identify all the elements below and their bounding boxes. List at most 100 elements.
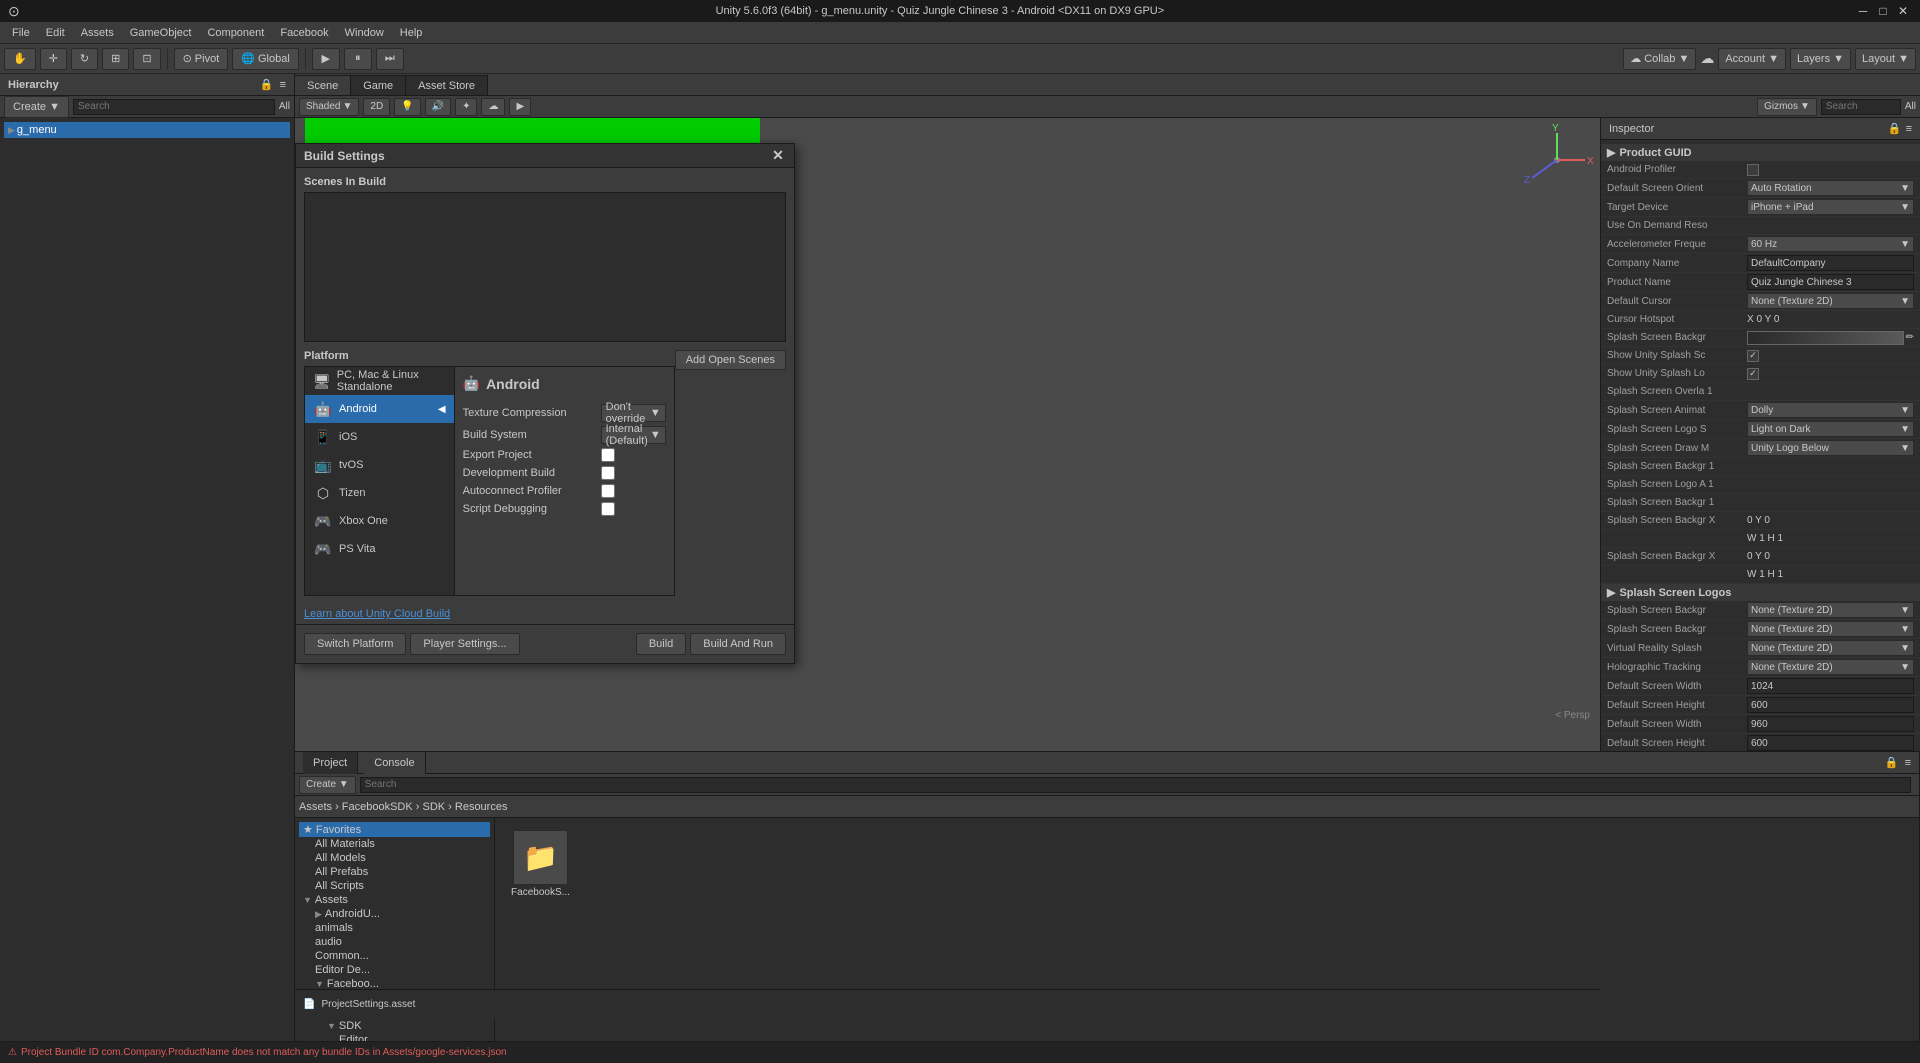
play-button[interactable]: ▶	[312, 48, 340, 70]
texture-compression-dropdown[interactable]: Don't override ▼	[601, 404, 666, 422]
move-tool[interactable]: ✛	[40, 48, 67, 70]
account-button[interactable]: Account ▼	[1718, 48, 1786, 70]
inspector-lock-icon[interactable]: 🔒	[1888, 122, 1902, 135]
pause-button[interactable]: ⏸	[344, 48, 372, 70]
platform-tizen[interactable]: ⬡ Tizen	[305, 479, 454, 507]
minimize-button[interactable]: ─	[1854, 2, 1872, 20]
menu-edit[interactable]: Edit	[38, 25, 73, 41]
close-button[interactable]: ✕	[1894, 2, 1912, 20]
menu-help[interactable]: Help	[392, 25, 431, 41]
shaded-dropdown[interactable]: Shaded ▼	[299, 98, 359, 116]
global-button[interactable]: 🌐 Global	[232, 48, 299, 70]
splash-bg-colorpicker[interactable]	[1747, 331, 1904, 345]
build-button[interactable]: Build	[636, 633, 686, 655]
vr-splash-dropdown[interactable]: None (Texture 2D) ▼	[1747, 640, 1914, 656]
default-screen-w2-input[interactable]	[1747, 716, 1914, 732]
menu-component[interactable]: Component	[199, 25, 272, 41]
hierarchy-item-gmenu[interactable]: ▶ g_menu	[4, 122, 290, 138]
tree-item-sdk[interactable]: ▼ SDK	[299, 1019, 490, 1033]
splash-logos-section[interactable]: ▶ Splash Screen Logos	[1601, 584, 1920, 601]
default-screen-orient-dropdown[interactable]: Auto Rotation ▼	[1747, 180, 1914, 196]
build-system-dropdown[interactable]: Internal (Default) ▼	[601, 426, 666, 444]
tree-item-all-models[interactable]: All Models	[299, 851, 490, 865]
company-name-input[interactable]	[1747, 255, 1914, 271]
platform-tvos[interactable]: 📺 tvOS	[305, 451, 454, 479]
tree-item-audio[interactable]: audio	[299, 935, 490, 949]
tree-item-all-prefabs[interactable]: All Prefabs	[299, 865, 490, 879]
tab-game[interactable]: Game	[351, 75, 406, 95]
splash-bg-none2-dropdown[interactable]: None (Texture 2D) ▼	[1747, 621, 1914, 637]
layers-button[interactable]: Layers ▼	[1790, 48, 1851, 70]
step-button[interactable]: ⏭	[376, 48, 404, 70]
rect-tool[interactable]: ⊡	[133, 48, 160, 70]
menu-file[interactable]: File	[4, 25, 38, 41]
target-device-dropdown[interactable]: iPhone + iPad ▼	[1747, 199, 1914, 215]
asset-facebooksdk[interactable]: 📁 FacebookS...	[503, 826, 578, 902]
show-unity-splash-checkbox[interactable]	[1747, 350, 1759, 362]
tab-asset-store[interactable]: Asset Store	[406, 75, 488, 95]
hierarchy-search-input[interactable]	[73, 99, 275, 115]
hierarchy-create-button[interactable]: Create ▼	[4, 96, 69, 118]
platform-xboxone[interactable]: 🎮 Xbox One	[305, 507, 454, 535]
export-project-checkbox[interactable]	[601, 448, 615, 462]
sound-icon[interactable]: 🔊	[425, 98, 451, 116]
script-debugging-checkbox[interactable]	[601, 502, 615, 516]
project-create-button[interactable]: Create ▼	[299, 776, 356, 794]
menu-facebook[interactable]: Facebook	[272, 25, 336, 41]
menu-window[interactable]: Window	[337, 25, 392, 41]
tree-item-common[interactable]: Common...	[299, 949, 490, 963]
hand-tool[interactable]: ✋	[4, 48, 36, 70]
product-guid-section[interactable]: ▶ Product GUID	[1601, 144, 1920, 161]
default-cursor-dropdown[interactable]: None (Texture 2D) ▼	[1747, 293, 1914, 309]
learn-link[interactable]: Learn about Unity Cloud Build	[304, 608, 786, 620]
project-search-input[interactable]	[360, 777, 1911, 793]
android-profiler-checkbox[interactable]	[1747, 164, 1759, 176]
scene-search-input[interactable]	[1821, 99, 1901, 115]
tab-project[interactable]: Project	[303, 752, 358, 774]
product-name-input[interactable]	[1747, 274, 1914, 290]
splash-draw-dropdown[interactable]: Unity Logo Below ▼	[1747, 440, 1914, 456]
platform-ios[interactable]: 📱 iOS	[305, 423, 454, 451]
project-lock-icon[interactable]: 🔒	[1885, 756, 1899, 769]
tree-item-all-materials[interactable]: All Materials	[299, 837, 490, 851]
tree-item-favorites[interactable]: ★ Favorites	[299, 822, 490, 837]
rotate-tool[interactable]: ↻	[71, 48, 98, 70]
build-and-run-button[interactable]: Build And Run	[690, 633, 786, 655]
show-unity-logo-checkbox[interactable]	[1747, 368, 1759, 380]
accelerometer-dropdown[interactable]: 60 Hz ▼	[1747, 236, 1914, 252]
splash-anim-dropdown[interactable]: Dolly ▼	[1747, 402, 1914, 418]
light-icon[interactable]: 💡	[394, 98, 420, 116]
project-menu-icon[interactable]: ≡	[1905, 757, 1911, 769]
splash-bg-none1-dropdown[interactable]: None (Texture 2D) ▼	[1747, 602, 1914, 618]
menu-gameobject[interactable]: GameObject	[122, 25, 200, 41]
inspector-menu-icon[interactable]: ≡	[1906, 123, 1912, 135]
sky-icon[interactable]: ☁	[481, 98, 505, 116]
tree-item-animals[interactable]: animals	[299, 921, 490, 935]
default-screen-h2-input[interactable]	[1747, 735, 1914, 751]
player-settings-button[interactable]: Player Settings...	[410, 633, 519, 655]
default-screen-h-input[interactable]	[1747, 697, 1914, 713]
twod-button[interactable]: 2D	[363, 98, 390, 116]
tree-item-all-scripts[interactable]: All Scripts	[299, 879, 490, 893]
tree-item-assets[interactable]: ▼ Assets	[299, 893, 490, 907]
dialog-close-button[interactable]: ✕	[770, 148, 786, 164]
platform-pc[interactable]: 🖥 PC, Mac & Linux Standalone	[305, 367, 454, 395]
maximize-button[interactable]: □	[1874, 2, 1892, 20]
fx-icon[interactable]: ✦	[455, 98, 477, 116]
switch-platform-button[interactable]: Switch Platform	[304, 633, 406, 655]
anim-icon[interactable]: ▶	[509, 98, 531, 116]
menu-assets[interactable]: Assets	[73, 25, 122, 41]
platform-psvita[interactable]: 🎮 PS Vita	[305, 535, 454, 563]
default-screen-w-input[interactable]	[1747, 678, 1914, 694]
holo-tracking-dropdown[interactable]: None (Texture 2D) ▼	[1747, 659, 1914, 675]
tree-item-editor[interactable]: Editor	[299, 1033, 490, 1041]
splash-logo-style-dropdown[interactable]: Light on Dark ▼	[1747, 421, 1914, 437]
autoconnect-checkbox[interactable]	[601, 484, 615, 498]
tab-scene[interactable]: Scene	[295, 75, 351, 95]
scale-tool[interactable]: ⊞	[102, 48, 129, 70]
tree-item-editor-de[interactable]: Editor De...	[299, 963, 490, 977]
layout-button[interactable]: Layout ▼	[1855, 48, 1916, 70]
add-open-scenes-button[interactable]: Add Open Scenes	[675, 350, 786, 370]
gizmos-dropdown[interactable]: Gizmos ▼	[1757, 98, 1817, 116]
tree-item-androidU[interactable]: ▶ AndroidU...	[299, 907, 490, 921]
